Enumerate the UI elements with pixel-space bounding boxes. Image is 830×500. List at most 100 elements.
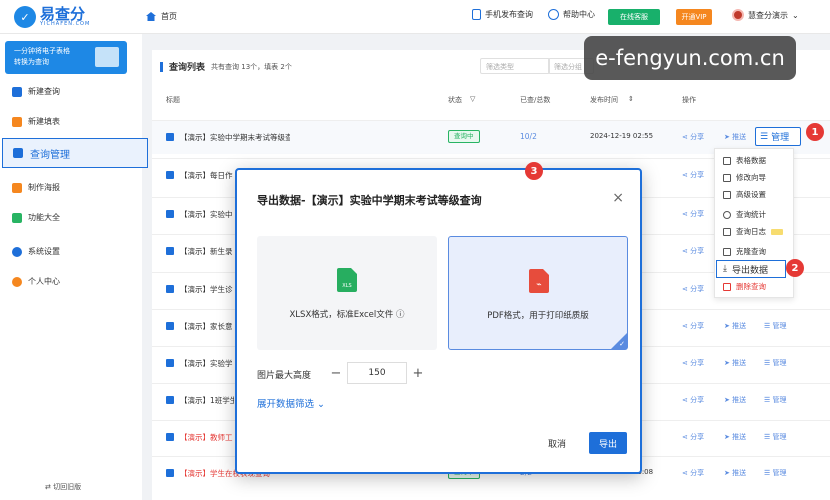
plus-button[interactable]: + bbox=[407, 362, 429, 384]
menu-item-log[interactable]: 查询日志 bbox=[723, 226, 783, 237]
share-button[interactable]: ⋖ 分享 bbox=[682, 170, 704, 180]
vip-tag-icon bbox=[771, 228, 783, 235]
export-button[interactable]: 导出 bbox=[589, 432, 627, 454]
menu-item-label: 修改向导 bbox=[736, 173, 766, 182]
row-title[interactable]: 【演示】教师工 bbox=[180, 432, 234, 443]
row-title[interactable]: 【演示】1班学生 bbox=[180, 395, 234, 406]
help-center-link[interactable]: 帮助中心 bbox=[548, 9, 595, 20]
expand-filter-link[interactable]: 展开数据筛选 ⌄ bbox=[257, 396, 325, 410]
sidebar-item-label: 查询管理 bbox=[30, 149, 70, 161]
sidebar-item-profile[interactable]: 个人中心 bbox=[12, 276, 60, 287]
share-button[interactable]: ⋖ 分享 bbox=[682, 284, 704, 294]
home-link[interactable]: 首页 bbox=[146, 11, 177, 22]
row-title[interactable]: 【演示】实验学 bbox=[180, 358, 234, 369]
switch-label: 切回旧版 bbox=[53, 483, 82, 491]
share-icon: ⋖ bbox=[682, 171, 691, 179]
chevron-down-icon: ⌄ bbox=[317, 399, 326, 410]
row-title[interactable]: 【演示】家长意 bbox=[180, 321, 234, 332]
push-button[interactable]: ➤ 推送 bbox=[724, 132, 746, 142]
manage-button[interactable]: ☰ 管理 bbox=[764, 395, 787, 405]
share-button[interactable]: ⋖ 分享 bbox=[682, 321, 704, 331]
mobile-publish-link[interactable]: 手机发布查询 bbox=[472, 9, 533, 20]
user-menu[interactable]: 慧查分演示 ⌄ bbox=[732, 9, 799, 21]
menu-item-label: 导出数据 bbox=[731, 265, 768, 276]
sidebar-item-features[interactable]: 功能大全 bbox=[12, 212, 60, 223]
manage-button[interactable]: ☰ 管理 bbox=[764, 358, 787, 368]
push-button[interactable]: ➤ 推送 bbox=[724, 321, 746, 331]
send-icon: ➤ bbox=[724, 433, 733, 441]
sidebar-item-label: 新建填表 bbox=[28, 117, 60, 126]
row-title[interactable]: 【演示】实验中学期末考试等级查询 bbox=[180, 132, 290, 143]
sort-icon[interactable]: ⇕ bbox=[628, 95, 634, 103]
share-button[interactable]: ⋖ 分享 bbox=[682, 395, 704, 405]
manage-button[interactable]: ☰ 管理 bbox=[755, 127, 801, 146]
row-title[interactable]: 【演示】实验中 bbox=[180, 209, 234, 220]
xlsx-label: XLSX格式，标准Excel文件 ⓘ bbox=[289, 310, 405, 320]
brand-sub: YICHAFEN.COM bbox=[40, 21, 91, 27]
share-icon: ⋖ bbox=[682, 433, 691, 441]
row-title[interactable]: 【演示】学生诊 bbox=[180, 284, 234, 295]
online-service-button[interactable]: 在线客服 bbox=[608, 9, 660, 25]
col-time[interactable]: 发布时间 bbox=[590, 95, 618, 105]
share-button[interactable]: ⋖ 分享 bbox=[682, 132, 704, 142]
row-date: 2024-12-19 02:55 bbox=[590, 132, 654, 140]
col-status[interactable]: 状态 bbox=[448, 95, 462, 105]
callout-2: 2 bbox=[786, 259, 804, 277]
menu-item-delete[interactable]: 删除查询 bbox=[723, 281, 766, 292]
excel-file-icon: XLS bbox=[337, 268, 357, 292]
watermark: e-fengyun.com.cn bbox=[584, 36, 796, 80]
close-icon[interactable]: × bbox=[612, 190, 624, 206]
menu-item-edit-wizard[interactable]: 修改向导 bbox=[723, 172, 766, 183]
form-type-icon bbox=[166, 210, 174, 218]
sidebar-item-query-manage[interactable]: 查询管理 bbox=[2, 138, 148, 168]
menu-item-label: 克隆查询 bbox=[736, 247, 766, 256]
manage-button[interactable]: ☰ 管理 bbox=[764, 468, 787, 478]
share-button[interactable]: ⋖ 分享 bbox=[682, 468, 704, 478]
user-icon bbox=[12, 276, 22, 287]
sidebar-item-new-form[interactable]: 新建填表 bbox=[12, 116, 60, 127]
menu-item-clone[interactable]: 克隆查询 bbox=[723, 246, 766, 257]
form-type-icon bbox=[166, 433, 174, 441]
xlsx-option[interactable]: XLS XLSX格式，标准Excel文件 ⓘ bbox=[257, 236, 437, 350]
trash-icon bbox=[723, 282, 731, 291]
share-button[interactable]: ⋖ 分享 bbox=[682, 246, 704, 256]
menu-item-table-data[interactable]: 表格数据 bbox=[723, 155, 766, 166]
sidebar-item-new-query[interactable]: 新建查询 bbox=[12, 86, 60, 97]
height-input[interactable]: 150 bbox=[347, 362, 407, 384]
info-icon[interactable]: ⓘ bbox=[396, 310, 405, 320]
push-button[interactable]: ➤ 推送 bbox=[724, 432, 746, 442]
manage-button[interactable]: ☰ 管理 bbox=[764, 321, 787, 331]
row-count[interactable]: 10/2 bbox=[520, 132, 537, 141]
minus-button[interactable]: − bbox=[325, 362, 347, 384]
form-type-icon bbox=[166, 396, 174, 404]
promo-banner[interactable]: 一分钟将电子表格 转换为查询 bbox=[5, 41, 127, 74]
height-stepper: − 150 + bbox=[325, 362, 429, 384]
menu-item-advanced[interactable]: 高级设置 bbox=[723, 189, 766, 200]
manage-button[interactable]: ☰ 管理 bbox=[764, 432, 787, 442]
col-title: 标题 bbox=[166, 96, 180, 104]
sidebar-item-poster[interactable]: 制作海报 bbox=[12, 182, 60, 193]
menu-item-export[interactable]: ⤓ 导出数据 bbox=[716, 260, 786, 278]
filter-type-select[interactable]: 筛选类型 bbox=[480, 58, 550, 74]
share-button[interactable]: ⋖ 分享 bbox=[682, 432, 704, 442]
menu-item-stats[interactable]: 查询统计 bbox=[723, 209, 766, 220]
manage-dropdown-menu: 表格数据 修改向导 高级设置 查询统计 查询日志 克隆查询 ⤓ 导出数据 删除查询 bbox=[714, 148, 794, 298]
cancel-button[interactable]: 取消 bbox=[535, 432, 579, 454]
col-submitted: 已查/总数 bbox=[520, 96, 551, 104]
filter-icon[interactable]: ▽ bbox=[470, 95, 475, 103]
share-button[interactable]: ⋖ 分享 bbox=[682, 358, 704, 368]
logo[interactable]: ✓ 易查分 YICHAFEN.COM bbox=[14, 6, 90, 28]
menu-icon: ☰ bbox=[764, 469, 773, 477]
push-button[interactable]: ➤ 推送 bbox=[724, 468, 746, 478]
switch-old-version-link[interactable]: ⇄ 切回旧版 bbox=[45, 482, 81, 492]
push-button[interactable]: ➤ 推送 bbox=[724, 395, 746, 405]
push-button[interactable]: ➤ 推送 bbox=[724, 358, 746, 368]
row-title[interactable]: 【演示】新生录 bbox=[180, 246, 234, 257]
share-button[interactable]: ⋖ 分享 bbox=[682, 209, 704, 219]
sidebar-item-settings[interactable]: 系统设置 bbox=[12, 246, 60, 257]
vip-button[interactable]: 开通VIP bbox=[676, 9, 712, 25]
export-dialog: 3 导出数据-【演示】实验中学期末考试等级查询 × XLS XLSX格式，标准E… bbox=[235, 162, 642, 474]
row-title[interactable]: 【演示】每日作 bbox=[180, 170, 234, 181]
send-icon: ➤ bbox=[724, 359, 733, 367]
pdf-option[interactable]: ⌁ PDF格式，用于打印纸质版 ✓ bbox=[448, 236, 628, 350]
